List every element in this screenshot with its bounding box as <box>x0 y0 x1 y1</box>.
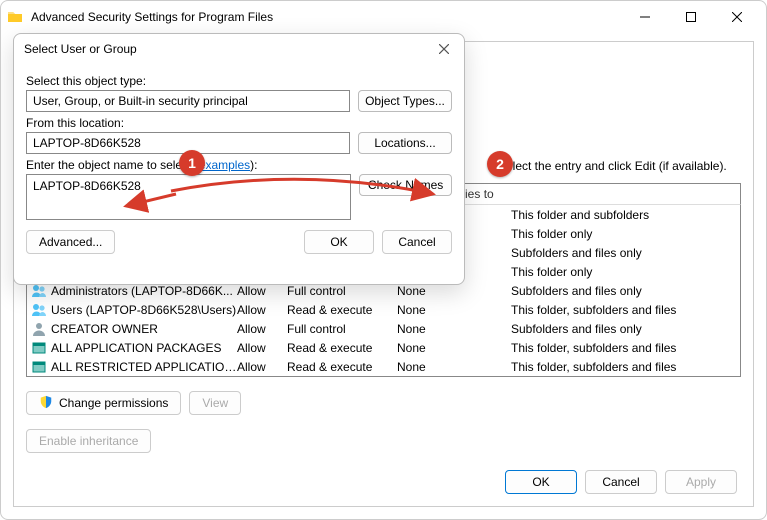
principal-icon <box>31 359 47 375</box>
dialog-ok-button[interactable]: OK <box>304 230 374 254</box>
titlebar: Advanced Security Settings for Program F… <box>1 1 766 33</box>
table-row[interactable]: ALL RESTRICTED APPLICATION ...AllowRead … <box>27 357 740 376</box>
col-header-applies[interactable]: Applies to <box>437 187 740 201</box>
applies-cell: This folder only <box>507 227 740 241</box>
shield-icon <box>39 395 53 412</box>
applies-cell: This folder only <box>507 265 740 279</box>
inherited-cell: None <box>397 360 507 374</box>
maximize-button[interactable] <box>668 2 714 32</box>
cancel-button[interactable]: Cancel <box>585 470 657 494</box>
examples-link[interactable]: examples <box>199 158 250 172</box>
object-name-label: Enter the object name to select (example… <box>26 158 452 172</box>
location-label: From this location: <box>26 116 452 130</box>
window-title: Advanced Security Settings for Program F… <box>31 10 622 24</box>
access-cell: Full control <box>287 322 397 336</box>
apply-button: Apply <box>665 470 737 494</box>
principal-cell: Administrators (LAPTOP-8D66K... <box>51 284 233 298</box>
close-button[interactable] <box>714 2 760 32</box>
applies-cell: This folder and subfolders <box>507 208 740 222</box>
access-cell: Read & execute <box>287 341 397 355</box>
principal-cell: Users (LAPTOP-8D66K528\Users) <box>51 303 236 317</box>
type-cell: Allow <box>237 322 287 336</box>
type-cell: Allow <box>237 341 287 355</box>
check-names-button[interactable]: Check Names <box>359 174 452 196</box>
applies-cell: Subfolders and files only <box>507 284 740 298</box>
inherited-cell: None <box>397 341 507 355</box>
principal-cell: CREATOR OWNER <box>51 322 158 336</box>
advanced-button[interactable]: Advanced... <box>26 230 115 254</box>
minimize-button[interactable] <box>622 2 668 32</box>
principal-cell: ALL RESTRICTED APPLICATION ... <box>51 360 237 374</box>
select-user-dialog: Select User or Group Select this object … <box>13 33 465 285</box>
object-types-button[interactable]: Object Types... <box>358 90 452 112</box>
applies-cell: This folder, subfolders and files <box>507 341 740 355</box>
object-type-field <box>26 90 350 112</box>
table-row[interactable]: ALL APPLICATION PACKAGES AllowRead & exec… <box>27 338 740 357</box>
dialog-title: Select User or Group <box>24 42 137 56</box>
access-cell: Read & execute <box>287 303 397 317</box>
type-cell: Allow <box>237 303 287 317</box>
access-cell: Read & execute <box>287 360 397 374</box>
table-row[interactable]: Users (LAPTOP-8D66K528\Users)AllowRead &… <box>27 300 740 319</box>
applies-cell: Subfolders and files only <box>507 246 740 260</box>
folder-icon <box>7 9 23 25</box>
annotation-badge-2: 2 <box>487 151 513 177</box>
object-type-label: Select this object type: <box>26 74 452 88</box>
access-cell: Full control <box>287 284 397 298</box>
dialog-close-button[interactable] <box>434 39 454 59</box>
change-permissions-button[interactable]: Change permissions <box>26 391 181 415</box>
principal-icon <box>31 302 47 318</box>
inherited-cell: None <box>397 284 507 298</box>
ok-button[interactable]: OK <box>505 470 577 494</box>
applies-cell: This folder, subfolders and files <box>507 303 740 317</box>
object-name-input[interactable] <box>26 174 351 220</box>
enable-inheritance-button: Enable inheritance <box>26 429 151 453</box>
locations-button[interactable]: Locations... <box>358 132 452 154</box>
type-cell: Allow <box>237 284 287 298</box>
advanced-security-window: Advanced Security Settings for Program F… <box>0 0 767 520</box>
dialog-cancel-button[interactable]: Cancel <box>382 230 452 254</box>
applies-cell: Subfolders and files only <box>507 322 740 336</box>
inherited-cell: None <box>397 303 507 317</box>
principal-cell: ALL APPLICATION PACKAGES <box>51 341 222 355</box>
type-cell: Allow <box>237 360 287 374</box>
applies-cell: This folder, subfolders and files <box>507 360 740 374</box>
table-row[interactable]: CREATOR OWNER AllowFull controlNoneSubfol… <box>27 319 740 338</box>
view-button: View <box>189 391 241 415</box>
inherited-cell: None <box>397 322 507 336</box>
principal-icon <box>31 340 47 356</box>
principal-icon <box>31 321 47 337</box>
annotation-badge-1: 1 <box>179 150 205 176</box>
